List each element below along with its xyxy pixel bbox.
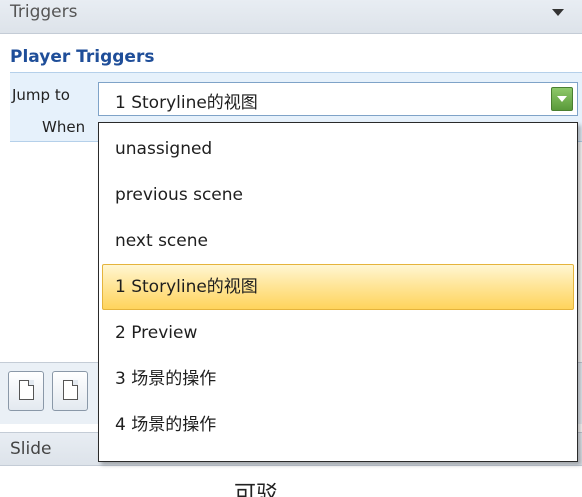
document-icon <box>19 380 34 400</box>
dropdown-option-unassigned[interactable]: unassigned <box>102 126 574 172</box>
dropdown-arrow-icon[interactable] <box>551 87 573 111</box>
slide-panel-title: Slide <box>10 439 52 459</box>
dropdown-option-scene-actions-3[interactable]: 3 场景的操作 <box>102 356 574 402</box>
collapse-arrow-icon[interactable] <box>552 9 564 16</box>
partial-text: 可驳 <box>234 482 279 497</box>
toolbar-button-2[interactable] <box>52 371 88 411</box>
dropdown-option-scene-actions-4[interactable]: 4 场景的操作 <box>102 402 574 448</box>
triggers-panel-title: Triggers <box>10 2 78 22</box>
new-slide-button[interactable] <box>8 371 44 411</box>
triggers-panel-header[interactable]: Triggers <box>0 0 582 34</box>
select-current-value: 1 Storyline的视图 <box>115 93 258 113</box>
dropdown-option-next-scene[interactable]: next scene <box>102 218 574 264</box>
document-lines-icon <box>63 380 78 400</box>
dropdown-option-storyline-view[interactable]: 1 Storyline的视图 <box>102 264 574 310</box>
dropdown-list: unassigned previous scene next scene 1 S… <box>98 122 578 462</box>
trigger-condition-label: When <box>42 118 86 136</box>
dropdown-option-preview[interactable]: 2 Preview <box>102 310 574 356</box>
trigger-action-label: Jump to <box>12 86 70 104</box>
player-triggers-section-title: Player Triggers <box>10 47 155 67</box>
dropdown-option-previous-scene[interactable]: previous scene <box>102 172 574 218</box>
jump-to-select[interactable]: 1 Storyline的视图 <box>98 82 578 116</box>
